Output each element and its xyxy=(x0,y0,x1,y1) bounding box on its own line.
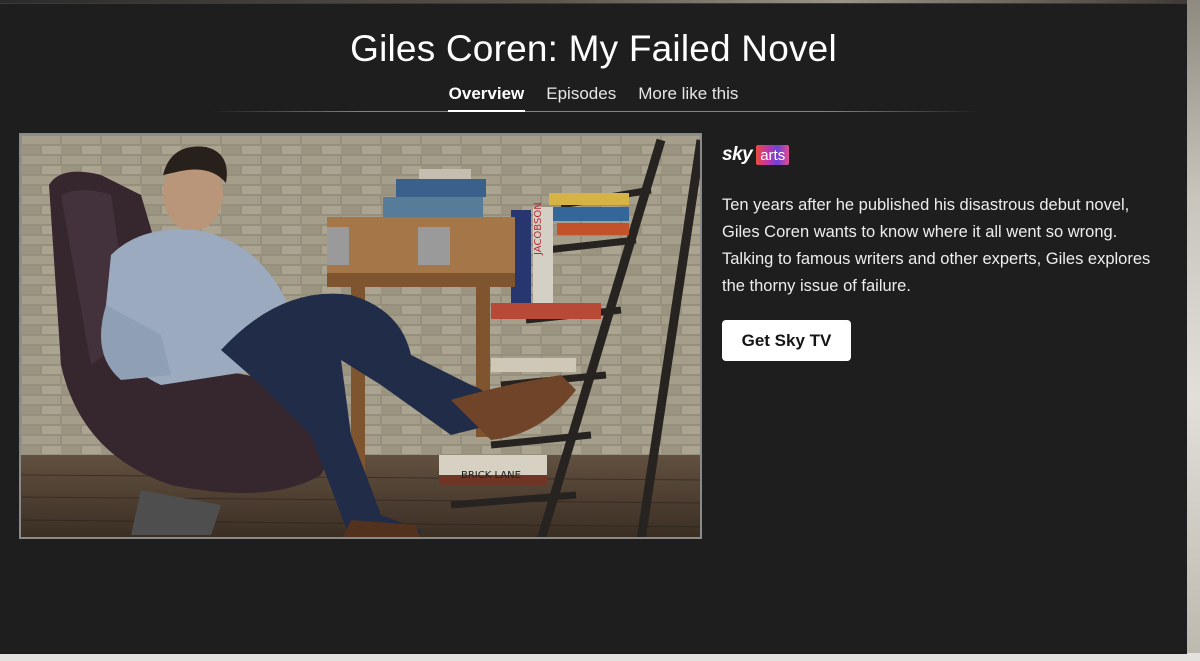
hero-image: JACOBSON BRICK LANE xyxy=(19,133,702,539)
sky-logo-text: sky xyxy=(722,144,753,165)
hero-illustration: JACOBSON BRICK LANE xyxy=(21,135,700,537)
programme-synopsis: Ten years after he published his disastr… xyxy=(722,196,1151,295)
get-sky-tv-button[interactable]: Get Sky TV xyxy=(722,320,851,361)
programme-title: Giles Coren: My Failed Novel xyxy=(350,28,837,69)
page-scrollbar[interactable] xyxy=(1187,0,1200,661)
programme-detail-panel: Giles Coren: My Failed Novel Overview Ep… xyxy=(0,3,1187,654)
bottom-edge xyxy=(0,653,1200,661)
tab-episodes[interactable]: Episodes xyxy=(545,82,617,112)
tab-more-like-this[interactable]: More like this xyxy=(637,82,739,112)
tab-overview[interactable]: Overview xyxy=(447,82,526,112)
detail-tabs: Overview Episodes More like this xyxy=(0,82,1187,112)
arts-logo-badge: arts xyxy=(756,145,790,165)
sky-arts-logo: sky arts xyxy=(722,144,790,166)
tabs-divider xyxy=(210,111,980,112)
